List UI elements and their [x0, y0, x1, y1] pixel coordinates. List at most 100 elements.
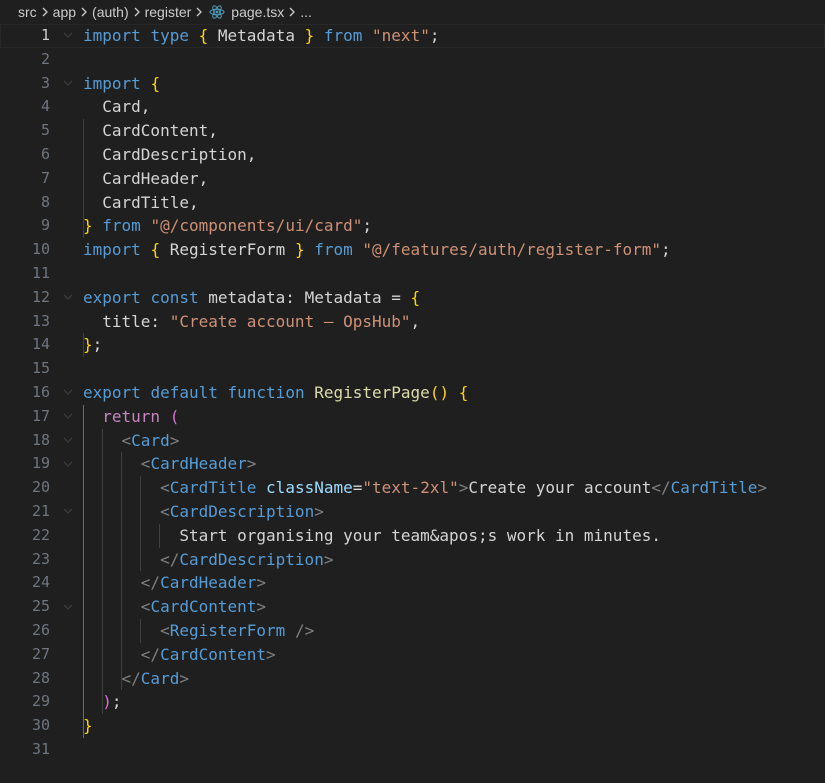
breadcrumb-item-file[interactable]: page.tsx — [231, 4, 284, 20]
breadcrumb-item-more[interactable]: ... — [300, 4, 312, 20]
code-line[interactable]: 31 — [0, 738, 825, 762]
code-line[interactable]: 10 import { RegisterForm } from "@/featur… — [0, 238, 825, 262]
breadcrumb-item-src[interactable]: src — [18, 4, 37, 20]
breadcrumb-item-auth[interactable]: (auth) — [92, 4, 129, 20]
code-text: CardTitle, — [83, 191, 199, 215]
code-token: RegisterForm — [169, 620, 286, 640]
code-line[interactable]: 4 Card, — [0, 95, 825, 119]
breadcrumb-item-app[interactable]: app — [53, 4, 76, 20]
code-line[interactable]: 29 ); — [0, 690, 825, 714]
code-text: import { — [83, 72, 160, 96]
line-number: 17 — [31, 406, 50, 425]
code-line[interactable]: 16 export default function RegisterPage()… — [0, 381, 825, 405]
code-token: > — [458, 478, 469, 498]
code-line[interactable]: 13 title: "Create account — OpsHub", — [0, 310, 825, 334]
code-text: </Card> — [83, 667, 189, 691]
code-token: > — [314, 501, 324, 521]
line-number: 28 — [31, 668, 50, 687]
fold-chevron-icon[interactable] — [60, 500, 76, 524]
code-token: CardDescription — [179, 549, 324, 569]
code-editor[interactable]: 1 import type { Metadata } from "next"; 2 3… — [0, 24, 825, 783]
code-token: Create your account — [468, 478, 652, 498]
code-line[interactable]: 22 Start organising your team&apos;s wor… — [0, 524, 825, 548]
fold-chevron-icon[interactable] — [60, 429, 76, 453]
chevron-right-icon — [37, 7, 53, 17]
line-number: 31 — [31, 739, 50, 758]
fold-chevron-icon[interactable] — [60, 286, 76, 310]
code-line[interactable]: 5 CardContent, — [0, 119, 825, 143]
fold-chevron-icon[interactable] — [60, 405, 76, 429]
code-token: export — [83, 287, 141, 307]
code-token: } — [83, 216, 93, 236]
code-line[interactable]: 3 import { — [0, 72, 825, 96]
code-line[interactable]: 9} from "@/components/ui/card"; — [0, 214, 825, 238]
code-line[interactable]: 6 CardDescription, — [0, 143, 825, 167]
line-number: 16 — [31, 382, 50, 401]
code-text: import type { Metadata } from "next"; — [83, 24, 439, 48]
code-line[interactable]: 14}; — [0, 333, 825, 357]
breadcrumb: src app (auth) register page.tsx ... — [0, 0, 825, 24]
code-token: < — [160, 478, 170, 498]
code-line[interactable]: 11 — [0, 262, 825, 286]
code-text: </CardDescription> — [83, 548, 333, 572]
code-text: <Card> — [83, 429, 180, 453]
fold-chevron-icon[interactable] — [60, 595, 76, 619]
breadcrumb-item-register[interactable]: register — [145, 4, 192, 20]
code-line[interactable]: 21 <CardDescription> — [0, 500, 825, 524]
line-number: 4 — [40, 97, 50, 116]
code-token: CardTitle, — [83, 192, 199, 212]
code-line[interactable]: 8 CardTitle, — [0, 191, 825, 215]
code-token: CardHeader — [150, 454, 247, 474]
code-line[interactable]: 30} — [0, 714, 825, 738]
code-token: CardContent — [150, 597, 257, 617]
code-text: import { RegisterForm } from "@/features… — [83, 238, 671, 262]
line-number: 11 — [31, 263, 50, 282]
chevron-right-icon — [129, 7, 145, 17]
code-line[interactable]: 1 import type { Metadata } from "next"; — [0, 24, 825, 48]
code-line[interactable]: 19 <CardHeader> — [0, 452, 825, 476]
fold-chevron-icon[interactable] — [60, 24, 76, 48]
code-line[interactable]: 23 </CardDescription> — [0, 548, 825, 572]
code-text: Card, — [83, 95, 150, 119]
code-line[interactable]: 28 </Card> — [0, 667, 825, 691]
code-line[interactable]: 15 — [0, 357, 825, 381]
code-text: </CardContent> — [83, 643, 276, 667]
code-line[interactable]: 25 <CardContent> — [0, 595, 825, 619]
fold-chevron-icon[interactable] — [60, 72, 76, 96]
code-token: RegisterForm — [160, 240, 295, 260]
code-line[interactable]: 7 CardHeader, — [0, 167, 825, 191]
fold-chevron-icon[interactable] — [60, 452, 76, 476]
code-line[interactable]: 18 <Card> — [0, 429, 825, 453]
code-token: import — [83, 26, 141, 45]
react-file-icon — [209, 4, 225, 20]
code-line[interactable]: 12 export const metadata: Metadata = { — [0, 286, 825, 310]
code-token: < — [121, 430, 132, 450]
line-number: 3 — [40, 73, 50, 92]
fold-chevron-icon[interactable] — [60, 381, 76, 405]
code-line[interactable]: 27 </CardContent> — [0, 643, 825, 667]
line-number: 9 — [40, 216, 50, 235]
code-line[interactable]: 2 — [0, 48, 825, 72]
code-line[interactable]: 17 return ( — [0, 405, 825, 429]
code-line[interactable]: 26 <RegisterForm /> — [0, 619, 825, 643]
line-number: 19 — [31, 454, 50, 473]
code-line[interactable]: 24 </CardHeader> — [0, 571, 825, 595]
code-text: <RegisterForm /> — [83, 619, 314, 643]
code-line[interactable]: 20 <CardTitle className="text-2xl">Creat… — [0, 476, 825, 500]
line-number: 18 — [31, 430, 50, 449]
code-token: Start organising your team&apos;s work i… — [83, 525, 661, 545]
